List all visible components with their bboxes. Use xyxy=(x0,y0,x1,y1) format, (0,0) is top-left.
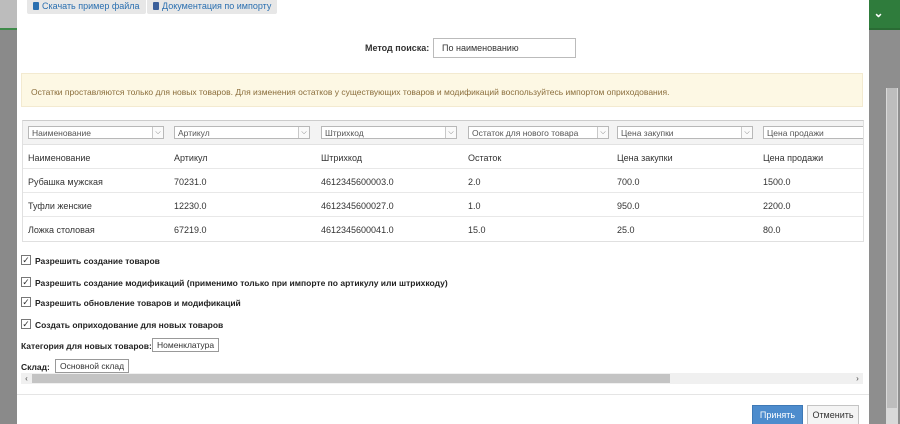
chevron-down-icon: ⌵ xyxy=(445,127,456,138)
footer-divider xyxy=(17,394,869,395)
column-mapping-value: Артикул xyxy=(178,128,210,138)
column-mapping-select[interactable]: Цена закупки ⌵ xyxy=(617,126,753,139)
table-cell: 700.0 xyxy=(617,177,640,187)
column-mapping-select[interactable]: Наименование ⌵ xyxy=(28,126,164,139)
table-header-row: Наименование Артикул Штрихкод Остаток Це… xyxy=(23,145,863,169)
table-cell: Туфли женские xyxy=(28,201,92,211)
table-header-cell: Штрихкод xyxy=(321,153,363,163)
column-mapping-row: Наименование ⌵ Артикул ⌵ Штрихкод ⌵ Остаток… xyxy=(23,121,863,145)
page-backdrop-accent-left xyxy=(0,28,17,30)
table-row: Туфли женские 12230.0 4612345600027.0 1.… xyxy=(23,193,863,217)
column-mapping-select[interactable]: Штрихкод ⌵ xyxy=(321,126,457,139)
table-cell: 1.0 xyxy=(468,201,481,211)
table-cell: 950.0 xyxy=(617,201,640,211)
import-modal: Скачать пример файла Документация по имп… xyxy=(17,0,869,424)
checkbox[interactable]: ✓ xyxy=(21,277,31,287)
column-mapping-value: Штрихкод xyxy=(325,128,364,138)
table-header-cell: Цена продажи xyxy=(763,153,824,163)
download-sample-button[interactable]: Скачать пример файла xyxy=(27,0,146,14)
document-icon xyxy=(153,2,159,10)
checkbox[interactable]: ✓ xyxy=(21,319,31,329)
option-label: Разрешить обновление товаров и модификац… xyxy=(35,298,241,308)
chevron-down-icon[interactable]: ⌄ xyxy=(871,4,886,22)
scroll-left-icon[interactable]: ‹ xyxy=(21,373,32,384)
table-header-cell: Артикул xyxy=(174,153,208,163)
table-cell: 67219.0 xyxy=(174,225,207,235)
column-mapping-select[interactable]: Артикул ⌵ xyxy=(174,126,310,139)
accept-button[interactable]: Принять xyxy=(752,405,803,424)
option-label: Создать оприходование для новых товаров xyxy=(35,320,224,330)
search-method-select[interactable]: По наименованию xyxy=(433,38,576,58)
table-header-cell: Цена закупки xyxy=(617,153,673,163)
table-row: Рубашка мужская 70231.0 4612345600003.0 … xyxy=(23,169,863,193)
table-cell: 4612345600003.0 xyxy=(321,177,394,187)
option-label: Разрешить создание товаров xyxy=(35,256,160,266)
column-mapping-value: Цена закупки xyxy=(621,128,674,138)
table-cell: Ложка столовая xyxy=(28,225,95,235)
page-scrollbar-thumb[interactable] xyxy=(887,88,897,408)
table-header-cell: Наименование xyxy=(28,153,91,163)
table-header-cell: Остаток xyxy=(468,153,502,163)
chevron-down-icon: ⌵ xyxy=(298,127,309,138)
warehouse-select[interactable]: Основной склад xyxy=(55,359,130,373)
chevron-down-icon: ⌵ xyxy=(597,127,608,138)
cancel-button[interactable]: Отменить xyxy=(807,405,859,424)
table-cell: 25.0 xyxy=(617,225,635,235)
download-sample-label: Скачать пример файла xyxy=(42,1,140,11)
category-select[interactable]: Номенклатура xyxy=(152,338,220,352)
column-mapping-select[interactable]: Цена продажи xyxy=(763,126,863,139)
checkbox[interactable]: ✓ xyxy=(21,297,31,307)
scrollbar-thumb[interactable] xyxy=(32,374,670,383)
table-cell: 4612345600027.0 xyxy=(321,201,394,211)
column-mapping-value: Наименование xyxy=(32,128,91,138)
table-row: Ложка столовая 67219.0 4612345600041.0 1… xyxy=(23,217,863,241)
table-cell: 70231.0 xyxy=(174,177,207,187)
notice-banner: Остатки проставляются только для новых т… xyxy=(21,73,863,107)
page-backdrop-left xyxy=(0,0,17,424)
page-backdrop-header-left xyxy=(0,0,17,28)
table-cell: 12230.0 xyxy=(174,201,207,211)
column-mapping-select[interactable]: Остаток для нового товара ⌵ xyxy=(468,126,609,139)
import-docs-label: Документация по импорту xyxy=(162,1,272,11)
table-cell: 2.0 xyxy=(468,177,481,187)
table-cell: 15.0 xyxy=(468,225,486,235)
chevron-down-icon: ⌵ xyxy=(741,127,752,138)
table-cell: 2200.0 xyxy=(763,201,791,211)
warehouse-label: Склад: xyxy=(21,362,50,372)
table-cell: 1500.0 xyxy=(763,177,791,187)
table-horizontal-scrollbar[interactable]: ‹ › xyxy=(21,373,863,384)
column-mapping-value: Остаток для нового товара xyxy=(472,128,579,138)
category-label: Категория для новых товаров: xyxy=(21,341,152,351)
page-backdrop-accent-right xyxy=(869,28,900,30)
table-cell: 4612345600041.0 xyxy=(321,225,394,235)
import-docs-button[interactable]: Документация по импорту xyxy=(147,0,278,14)
preview-table: Наименование ⌵ Артикул ⌵ Штрихкод ⌵ Остаток… xyxy=(22,120,864,242)
file-icon xyxy=(33,2,39,10)
column-mapping-value: Цена продажи xyxy=(767,128,824,138)
table-cell: Рубашка мужская xyxy=(28,177,103,187)
chevron-down-icon: ⌵ xyxy=(152,127,163,138)
option-label: Разрешить создание модификаций (применим… xyxy=(35,278,448,288)
scroll-right-icon[interactable]: › xyxy=(852,373,863,384)
search-method-label: Метод поиска: xyxy=(365,43,430,53)
checkbox[interactable]: ✓ xyxy=(21,255,31,265)
table-cell: 80.0 xyxy=(763,225,781,235)
